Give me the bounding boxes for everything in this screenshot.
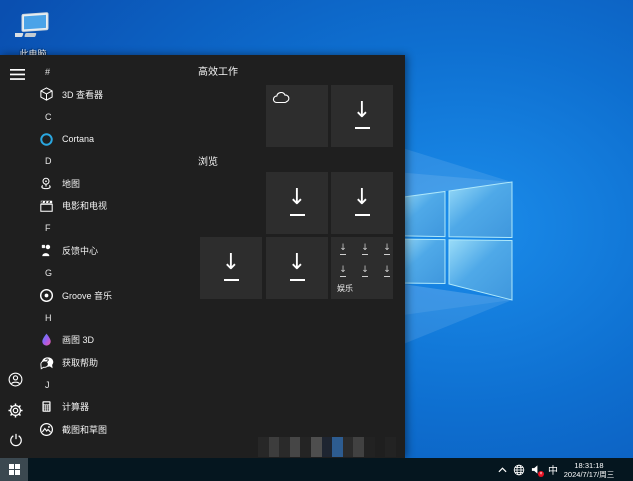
cortana-icon <box>38 131 54 147</box>
feedback-hub-icon <box>38 243 54 259</box>
paint-3d-icon <box>38 332 54 348</box>
applist-letter-h[interactable]: H <box>45 307 195 329</box>
movies-tv-icon <box>38 198 54 214</box>
onedrive-cloud-icon <box>272 92 290 104</box>
tile-pending-download-1[interactable]: ↓ <box>331 85 393 147</box>
get-help-icon: ? <box>38 354 54 370</box>
start-menu: # 3D 查看器 C Cortana D 地图 电影和电视 F 反馈中心 G G… <box>0 55 405 458</box>
applist-letter-f[interactable]: F <box>45 217 195 239</box>
tile-pending-download-3[interactable]: ↓ <box>331 172 393 234</box>
applist-letter-d[interactable]: D <box>45 150 195 172</box>
download-arrow-icon: ↓ <box>361 243 369 255</box>
download-arrow-icon: ↓ <box>287 185 307 210</box>
applist-item-snip-sketch[interactable]: 截图和草图 <box>38 418 188 440</box>
download-arrow-icon: ↓ <box>352 98 372 123</box>
mute-x-badge: × <box>538 470 544 477</box>
hamburger-icon[interactable] <box>8 65 26 83</box>
tile-group-title-browse[interactable]: 浏览 <box>198 153 218 168</box>
system-tray: × 中 18:31:18 2024/7/17/周三 <box>495 458 633 481</box>
applist-item-paint-3d[interactable]: 画图 3D <box>38 329 188 351</box>
groove-music-icon <box>38 287 54 303</box>
start-button[interactable] <box>0 458 28 481</box>
calculator-icon <box>38 399 54 415</box>
download-arrow-icon: ↓ <box>287 250 307 275</box>
applist-item-maps[interactable]: 地图 <box>38 173 188 195</box>
download-arrow-icon: ↓ <box>361 265 369 277</box>
power-icon[interactable] <box>7 431 25 449</box>
chevron-up-icon[interactable] <box>495 463 509 477</box>
speaker-muted-icon[interactable]: × <box>529 463 544 477</box>
taskbar: × 中 18:31:18 2024/7/17/周三 <box>0 458 633 481</box>
applist-letter-j[interactable]: J <box>45 374 195 396</box>
maps-icon <box>38 176 54 192</box>
applist-item-get-help[interactable]: ? 获取帮助 <box>38 351 188 373</box>
windows-logo-wallpaper <box>395 181 513 301</box>
ime-indicator[interactable]: 中 <box>548 462 558 477</box>
tile-group-title-productivity[interactable]: 高效工作 <box>198 63 238 78</box>
clock-time: 18:31:18 <box>574 460 604 470</box>
windows-logo-icon <box>8 464 20 475</box>
user-avatar-icon[interactable] <box>6 370 24 388</box>
download-arrow-icon: ↓ <box>339 243 347 255</box>
tile-pending-download-4[interactable]: ↓ <box>200 237 262 299</box>
applist-item-calculator[interactable]: 计算器 <box>38 396 188 418</box>
this-pc-icon <box>10 12 49 37</box>
download-arrow-icon: ↓ <box>383 243 391 255</box>
globe-network-icon[interactable] <box>512 463 526 477</box>
tile-onedrive[interactable] <box>266 85 328 147</box>
taskbar-clock[interactable]: 18:31:18 2024/7/17/周三 <box>562 461 616 479</box>
download-arrow-icon: ↓ <box>383 265 391 277</box>
applist-item-movies-tv[interactable]: 电影和电视 <box>38 195 188 217</box>
applist-item-groove-music[interactable]: Groove 音乐 <box>38 284 188 306</box>
applist-letter-c[interactable]: C <box>45 106 195 128</box>
applist-item-cortana[interactable]: Cortana <box>38 128 188 150</box>
svg-text:?: ? <box>44 358 48 365</box>
tile-pending-download-5[interactable]: ↓ <box>266 237 328 299</box>
tile-pending-download-2[interactable]: ↓ <box>266 172 328 234</box>
download-arrow-icon: ↓ <box>339 265 347 277</box>
tile-folder-entertainment[interactable]: ↓ ↓ ↓ ↓ ↓ ↓ 娱乐 <box>331 237 393 299</box>
3d-viewer-icon <box>38 86 54 102</box>
applist-letter-g[interactable]: G <box>45 262 195 284</box>
folder-tile-label: 娱乐 <box>337 284 353 293</box>
download-arrow-icon: ↓ <box>221 250 241 275</box>
clock-date: 2024/7/17/周三 <box>563 469 615 479</box>
cutoff-tile-row <box>258 437 396 457</box>
applist-item-3d-viewer[interactable]: 3D 查看器 <box>38 83 188 105</box>
desktop-icon-this-pc[interactable]: 此电脑 <box>6 10 60 60</box>
download-arrow-icon: ↓ <box>352 185 372 210</box>
snip-sketch-icon <box>38 421 54 437</box>
settings-gear-icon[interactable] <box>6 401 24 419</box>
applist-item-feedback-hub[interactable]: 反馈中心 <box>38 240 188 262</box>
applist-letter-hash[interactable]: # <box>45 61 195 83</box>
